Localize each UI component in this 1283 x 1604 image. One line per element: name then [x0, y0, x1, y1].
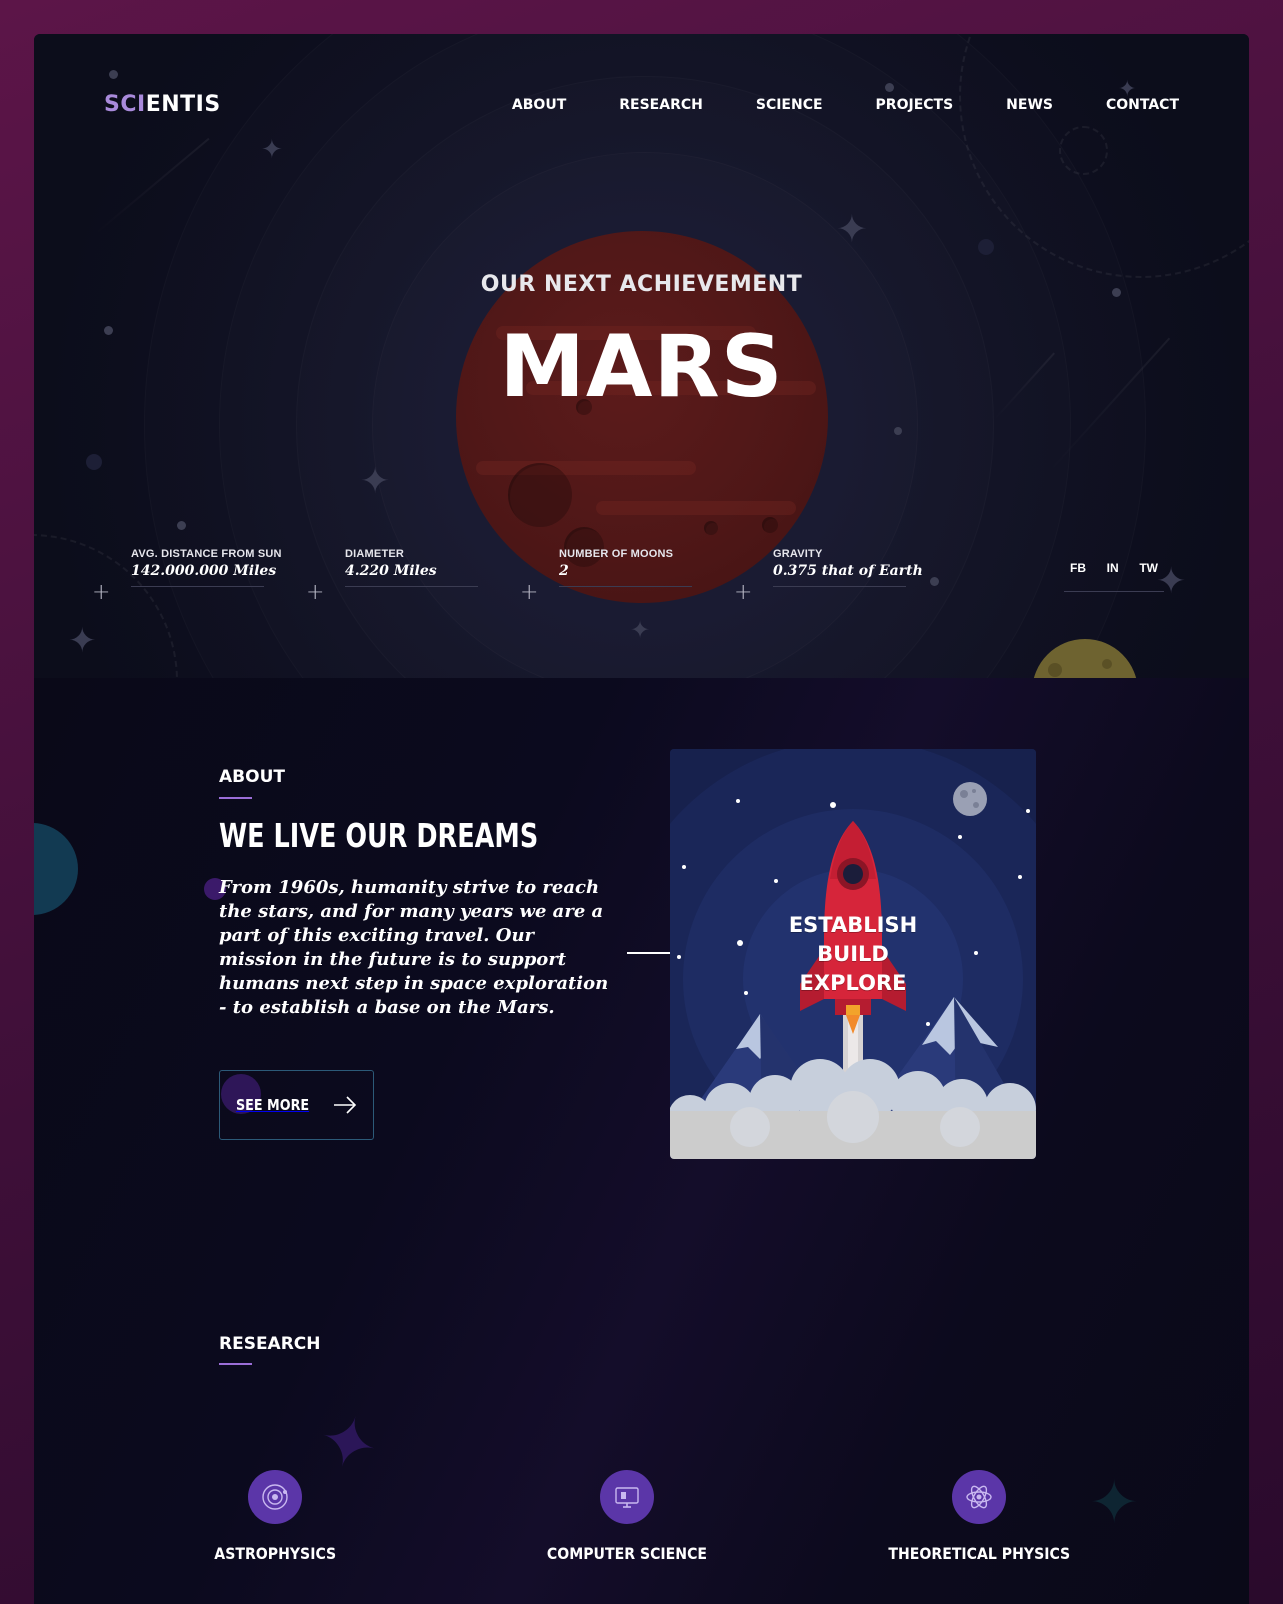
stat-label: AVG. DISTANCE FROM SUN	[131, 548, 282, 560]
nav-contact[interactable]: CONTACT	[1106, 97, 1179, 113]
about-section: ✦ ✦	[34, 678, 1249, 1604]
research-item-name: ASTROPHYSICS	[214, 1544, 336, 1563]
stat-gravity: GRAVITY 0.375 that of Earth	[773, 548, 923, 587]
star-icon: ✦	[630, 616, 651, 644]
plus-icon: +	[734, 580, 753, 605]
social-underline	[1064, 591, 1164, 592]
site-logo[interactable]: SCIENTIS	[104, 92, 221, 117]
page-frame: ✦ ✦ ✦ ✦ ✦ ✦ ✦ SCIENTIS ABOUT RESEARCH SC…	[34, 34, 1249, 1604]
nav-about[interactable]: ABOUT	[512, 97, 566, 113]
star-icon: ✦	[261, 135, 283, 165]
planet-band	[476, 461, 696, 475]
star-dot	[930, 577, 939, 586]
social-linkedin[interactable]: IN	[1107, 561, 1119, 575]
logo-accent: SCI	[104, 92, 146, 117]
plus-icon: +	[92, 580, 111, 605]
illustration-line-explore: EXPLORE	[799, 971, 907, 995]
nav-research[interactable]: RESEARCH	[619, 97, 703, 113]
research-item-theoretical-physics[interactable]: THEORETICAL PHYSICS	[849, 1470, 1109, 1563]
about-underline	[219, 797, 252, 799]
stat-diameter: DIAMETER 4.220 Miles	[345, 548, 478, 587]
social-links: FB IN TW	[1064, 561, 1164, 592]
research-label: RESEARCH	[219, 1334, 321, 1354]
research-icon-wrap	[952, 1470, 1006, 1524]
moon-crater	[1102, 659, 1112, 669]
star-dot	[885, 83, 894, 92]
research-icon-wrap	[248, 1470, 302, 1524]
computer-icon	[615, 1487, 639, 1508]
research-item-name: THEORETICAL PHYSICS	[888, 1544, 1070, 1563]
star-dot	[86, 454, 102, 470]
stat-underline	[131, 586, 264, 587]
star-icon: ✦	[68, 621, 97, 661]
star-dot	[894, 427, 902, 435]
planet-crater	[704, 521, 718, 535]
star-dot	[177, 521, 186, 530]
hero-section: ✦ ✦ ✦ ✦ ✦ ✦ ✦ SCIENTIS ABOUT RESEARCH SC…	[34, 34, 1249, 678]
see-more-label: SEE MORE	[236, 1096, 310, 1114]
orbit-icon	[262, 1484, 288, 1510]
stat-value: 4.220 Miles	[345, 563, 437, 579]
about-label: ABOUT	[219, 767, 285, 787]
planet-crater	[762, 517, 778, 533]
social-facebook[interactable]: FB	[1070, 561, 1086, 575]
plus-icon: +	[520, 580, 539, 605]
research-item-name: COMPUTER SCIENCE	[546, 1544, 708, 1563]
planet-crater	[508, 463, 572, 527]
arrow-right-icon	[334, 1096, 357, 1114]
hero-title: MARS	[499, 317, 784, 417]
plus-icon: +	[306, 580, 325, 605]
logo-rest: ENTIS	[145, 92, 221, 117]
star-icon: ✦	[360, 461, 391, 502]
about-text: From 1960s, humanity strive to reach the…	[219, 877, 609, 1018]
stat-label: NUMBER OF MOONS	[559, 548, 674, 560]
stat-label: DIAMETER	[345, 548, 405, 560]
stat-value: 2	[559, 563, 569, 579]
star-icon: ✦	[836, 207, 868, 251]
nav-news[interactable]: NEWS	[1006, 97, 1053, 113]
moon-crater	[1048, 663, 1062, 677]
nav-projects[interactable]: PROJECTS	[876, 97, 954, 113]
stat-value: 0.375 that of Earth	[773, 563, 923, 579]
stat-value: 142.000.000 Miles	[131, 563, 277, 579]
stat-label: GRAVITY	[773, 548, 823, 560]
atom-icon	[966, 1485, 992, 1509]
illustration-line-build: BUILD	[817, 942, 889, 966]
illustration-text: ESTABLISH BUILD EXPLORE	[670, 911, 1036, 998]
research-underline	[219, 1363, 252, 1365]
about-heading: WE LIVE OUR DREAMS	[219, 816, 539, 855]
stat-underline	[773, 586, 906, 587]
rocket-illustration: ESTABLISH BUILD EXPLORE	[670, 749, 1036, 1159]
stat-underline	[559, 586, 692, 587]
social-twitter[interactable]: TW	[1139, 561, 1158, 575]
stat-underline	[345, 586, 478, 587]
stat-moons: NUMBER OF MOONS 2	[559, 548, 692, 587]
decor-blue-planet	[34, 823, 78, 915]
research-item-astrophysics[interactable]: ASTROPHYSICS	[145, 1470, 405, 1563]
research-icon-wrap	[600, 1470, 654, 1524]
see-more-button[interactable]: SEE MORE	[219, 1070, 374, 1140]
stat-distance: AVG. DISTANCE FROM SUN 142.000.000 Miles	[131, 548, 282, 587]
planet-band	[596, 501, 796, 515]
illustration-line-establish: ESTABLISH	[788, 913, 918, 937]
dashed-orbit	[1059, 126, 1108, 175]
research-item-computer-science[interactable]: COMPUTER SCIENCE	[497, 1470, 757, 1563]
star-dot	[109, 70, 118, 79]
main-nav: ABOUT RESEARCH SCIENCE PROJECTS NEWS CON…	[459, 97, 1179, 113]
star-dot	[978, 239, 994, 255]
hero-eyebrow: OUR NEXT ACHIEVEMENT	[480, 272, 803, 297]
nav-science[interactable]: SCIENCE	[756, 97, 823, 113]
